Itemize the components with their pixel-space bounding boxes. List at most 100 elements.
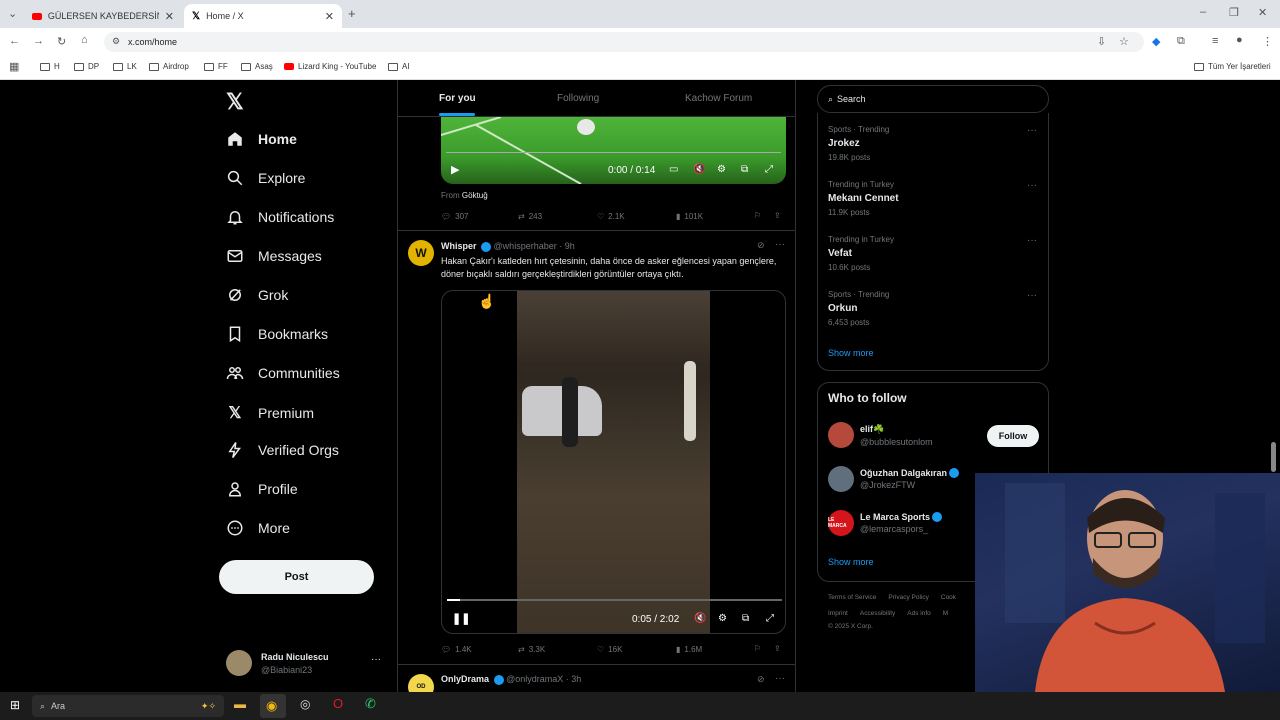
- nav-notifications[interactable]: Notifications: [226, 208, 334, 226]
- nav-premium[interactable]: 𝕏 Premium: [226, 403, 314, 423]
- like-button[interactable]: ♡ 2.1K: [597, 212, 625, 221]
- views-button[interactable]: ▮ 101K: [676, 212, 703, 221]
- close-tab-icon[interactable]: ✕: [325, 10, 334, 23]
- video-player[interactable]: ▶ 0:00 / 0:14 ▭ 🔇 ⚙ ⧉ ⤢: [441, 117, 786, 184]
- settings-icon[interactable]: ⚙: [718, 613, 727, 624]
- profile-avatar-icon[interactable]: ●: [1236, 34, 1243, 46]
- tab-search-icon[interactable]: ⌄: [8, 7, 17, 20]
- footer-link[interactable]: Terms of Service: [828, 594, 876, 601]
- footer-link[interactable]: Accessibility: [860, 610, 895, 617]
- author-name[interactable]: Whisper: [441, 241, 477, 251]
- like-button[interactable]: ♡ 16K: [597, 645, 622, 654]
- bookmark-folder[interactable]: DP: [74, 62, 99, 71]
- follow-button[interactable]: Follow: [987, 425, 1039, 447]
- repost-button[interactable]: ⇄ 243: [518, 212, 542, 221]
- nav-profile[interactable]: Profile: [226, 480, 298, 498]
- author-handle[interactable]: @onlydramaX · 3h: [506, 674, 581, 684]
- video-progress-track[interactable]: [447, 599, 782, 601]
- grok-post-icon[interactable]: ⊘: [757, 674, 765, 685]
- minimize-icon[interactable]: –: [1200, 6, 1206, 18]
- share-icon[interactable]: ⇪: [774, 211, 781, 220]
- footer-link[interactable]: Ads info: [907, 610, 931, 617]
- show-more-follow-link[interactable]: Show more: [828, 557, 874, 567]
- video-player[interactable]: ❚❚ 0:05 / 2:02 🔇 ⚙ ⧉ ⤢: [441, 290, 786, 634]
- reading-list-icon[interactable]: ≡: [1212, 35, 1218, 47]
- forward-icon[interactable]: →: [33, 35, 44, 47]
- bookmark-link[interactable]: Lizard King - YouTube: [284, 62, 376, 71]
- share-icon[interactable]: ⇪: [774, 644, 781, 653]
- opera-icon[interactable]: O: [333, 696, 343, 711]
- follow-suggestion[interactable]: LE MARCA Le Marca Sports @lemarcaspors_: [828, 510, 943, 536]
- nav-more[interactable]: More: [226, 519, 290, 537]
- post-button[interactable]: Post: [219, 560, 374, 594]
- file-explorer-icon[interactable]: ▬: [234, 697, 246, 711]
- nav-communities[interactable]: Communities: [226, 364, 340, 382]
- menu-kebab-icon[interactable]: ⋮: [1262, 35, 1273, 48]
- footer-link[interactable]: Privacy Policy: [888, 594, 928, 601]
- tab-x-home[interactable]: 𝕏 Home / X ✕: [184, 4, 342, 28]
- pause-icon[interactable]: ❚❚: [452, 612, 470, 625]
- install-app-icon[interactable]: ⇩: [1097, 35, 1106, 48]
- follow-suggestion[interactable]: Oğuzhan Dalgakıran @JrokezFTW: [828, 466, 960, 492]
- extensions-puzzle-icon[interactable]: ⧉: [1177, 35, 1185, 48]
- obs-icon[interactable]: ◎: [300, 697, 310, 711]
- reply-button[interactable]: 💬︎ 307: [441, 212, 469, 221]
- new-tab-icon[interactable]: +: [348, 6, 356, 21]
- views-button[interactable]: ▮ 1.6M: [676, 645, 702, 654]
- from-name-link[interactable]: Göktuğ: [462, 191, 488, 200]
- fullscreen-icon[interactable]: ⤢: [765, 164, 773, 175]
- avatar[interactable]: OD: [408, 674, 434, 692]
- windows-start-icon[interactable]: ⊞: [10, 698, 20, 712]
- repost-button[interactable]: ⇄ 3.3K: [518, 645, 545, 654]
- taskbar-search[interactable]: ⌕ Ara ✦✧: [32, 695, 224, 717]
- chrome-taskbar-button[interactable]: ◉: [260, 694, 286, 718]
- more-dots-icon[interactable]: ···: [1027, 290, 1037, 301]
- nav-verified-orgs[interactable]: Verified Orgs: [226, 441, 339, 459]
- author-name[interactable]: OnlyDrama: [441, 674, 489, 684]
- bookmark-icon[interactable]: ⚐: [754, 211, 761, 220]
- star-icon[interactable]: ☆: [1119, 35, 1129, 48]
- footer-link[interactable]: Cook: [941, 594, 956, 601]
- url-field[interactable]: ⚙ x.com/home: [104, 32, 1144, 52]
- tab-for-you[interactable]: For you: [439, 93, 476, 104]
- settings-icon[interactable]: ⚙: [717, 164, 726, 175]
- restore-icon[interactable]: ❐: [1229, 6, 1239, 19]
- extension-icon[interactable]: ◆: [1152, 35, 1160, 48]
- nav-home[interactable]: Home: [226, 130, 297, 148]
- tab-youtube[interactable]: GÜLERSEN KAYBEDERSİN w/ G ✕: [24, 4, 182, 28]
- back-icon[interactable]: ←: [9, 35, 20, 47]
- trend-item[interactable]: Sports · Trending Jrokez 19.8K posts: [828, 125, 889, 162]
- bookmark-folder[interactable]: AI: [388, 62, 410, 71]
- nav-bookmarks[interactable]: Bookmarks: [226, 325, 328, 343]
- nav-grok[interactable]: Grok: [226, 286, 288, 304]
- account-switcher[interactable]: Radu Niculescu @Biabiani23 ···: [226, 648, 391, 680]
- bookmark-folder[interactable]: FF: [204, 62, 228, 71]
- fullscreen-icon[interactable]: ⤢: [766, 613, 774, 624]
- tab-following[interactable]: Following: [557, 93, 599, 104]
- mute-icon[interactable]: 🔇: [693, 164, 705, 175]
- video-progress-track[interactable]: [446, 152, 781, 153]
- home-button-icon[interactable]: ⌂: [81, 34, 88, 46]
- bookmark-folder[interactable]: Airdrop: [149, 62, 189, 71]
- bookmark-folder[interactable]: Asaş: [241, 62, 273, 71]
- trend-item[interactable]: Trending in Turkey Mekanı Cennet 11.9K p…: [828, 180, 899, 217]
- author-handle[interactable]: @whisperhaber · 9h: [494, 241, 575, 251]
- trend-item[interactable]: Sports · Trending Orkun 6,453 posts: [828, 290, 889, 327]
- site-info-icon[interactable]: ⚙: [112, 36, 120, 47]
- pip-icon[interactable]: ⧉: [742, 613, 749, 624]
- more-dots-icon[interactable]: ···: [1027, 180, 1037, 191]
- nav-explore[interactable]: Explore: [226, 169, 305, 187]
- whatsapp-icon[interactable]: ✆: [365, 696, 376, 712]
- apps-grid-icon[interactable]: ▦: [9, 60, 19, 73]
- tab-kachow-forum[interactable]: Kachow Forum: [685, 93, 752, 104]
- grok-post-icon[interactable]: ⊘: [757, 240, 765, 251]
- nav-messages[interactable]: Messages: [226, 247, 322, 265]
- bookmark-folder[interactable]: H: [40, 62, 60, 71]
- trend-item[interactable]: Trending in Turkey Vefat 10.6K posts: [828, 235, 894, 272]
- follow-suggestion[interactable]: elif☘️ @bubblesutonlom: [828, 422, 933, 448]
- bookmark-icon[interactable]: ⚐: [754, 644, 761, 653]
- close-window-icon[interactable]: ✕: [1258, 6, 1267, 19]
- reply-button[interactable]: 💬︎ 1.4K: [441, 645, 472, 654]
- more-dots-icon[interactable]: ···: [1027, 235, 1037, 246]
- x-logo-icon[interactable]: 𝕏: [226, 89, 244, 115]
